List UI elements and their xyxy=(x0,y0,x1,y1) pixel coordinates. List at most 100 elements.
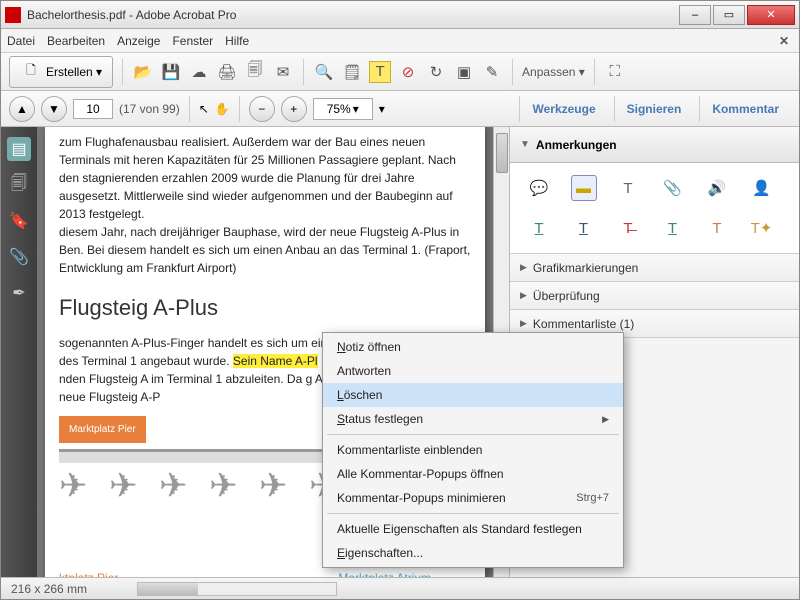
window-controls: – ▭ ✕ xyxy=(679,5,795,25)
body-text: diesem Jahr, nach dreijähriger Bauphase,… xyxy=(59,223,471,277)
page-up-button[interactable]: ▲ xyxy=(9,96,35,122)
signatures-icon[interactable]: ✒ xyxy=(7,281,31,305)
pages-icon[interactable]: 🗐 xyxy=(7,173,31,197)
search-doc-icon[interactable]: 🔍 xyxy=(313,61,335,83)
graphics-section[interactable]: ▶Grafikmarkierungen xyxy=(510,254,799,282)
open-icon[interactable]: 📂 xyxy=(132,61,154,83)
attachments-icon[interactable]: 📎 xyxy=(7,245,31,269)
thumbnails-icon[interactable]: ▤ xyxy=(7,137,31,161)
hand-tool-icon[interactable]: ✋ xyxy=(215,102,230,116)
menubar: Datei Bearbeiten Anzeige Fenster Hilfe ✕ xyxy=(1,29,799,53)
menu-properties[interactable]: Eigenschaften... xyxy=(323,541,623,565)
menu-set-default[interactable]: Aktuelle Eigenschaften als Standard fest… xyxy=(323,517,623,541)
maximize-button[interactable]: ▭ xyxy=(713,5,745,25)
print-icon[interactable]: 🖨 xyxy=(216,61,238,83)
body-text: zum Flughafenausbau realisiert. Außerdem… xyxy=(59,133,471,223)
edit-text-icon[interactable]: 🗒 xyxy=(341,61,363,83)
strikethrough-icon[interactable]: T̶ xyxy=(615,215,641,241)
heading: Flugsteig A-Plus xyxy=(59,291,471,324)
annotations-header[interactable]: ▼ Anmerkungen xyxy=(510,127,799,163)
plane-icon: ✈ xyxy=(259,469,299,509)
diagram-label: ktplatz Pier xyxy=(59,569,118,577)
menu-edit[interactable]: Bearbeiten xyxy=(47,34,105,48)
review-section[interactable]: ▶Überprüfung xyxy=(510,282,799,310)
bookmarks-icon[interactable]: 🔖 xyxy=(7,209,31,233)
fullscreen-icon[interactable]: ⛶ xyxy=(604,61,626,83)
menu-show-list[interactable]: Kommentarliste einblenden xyxy=(323,438,623,462)
callout-icon[interactable]: T✦ xyxy=(749,215,775,241)
rotate-icon[interactable]: ↻ xyxy=(425,61,447,83)
menu-separator xyxy=(327,434,619,435)
plane-icon: ✈ xyxy=(59,469,99,509)
zoom-select[interactable]: 75% ▾ xyxy=(313,98,373,120)
create-button[interactable]: 🗋 Erstellen ▾ xyxy=(9,56,113,88)
annotations-label: Anmerkungen xyxy=(536,138,617,152)
zoom-in-button[interactable]: + xyxy=(281,96,307,122)
attach-tool-icon[interactable]: 📎 xyxy=(660,175,686,201)
save-icon[interactable]: 💾 xyxy=(160,61,182,83)
sign-tab[interactable]: Signieren xyxy=(614,96,694,122)
diagram-labels: ktplatz Pier Marktplatz Atrium xyxy=(59,569,471,577)
comment-tab[interactable]: Kommentar xyxy=(699,96,791,122)
select-tool-icon[interactable]: ↖ xyxy=(199,102,209,116)
stamp-tool-icon[interactable]: 👤 xyxy=(749,175,775,201)
acrobat-icon xyxy=(5,7,21,23)
sticky-note-tool-icon[interactable]: 💬 xyxy=(526,175,552,201)
left-tool-strip: ▤ 🗐 🔖 📎 ✒ xyxy=(1,127,37,577)
underline-icon[interactable]: T̲ xyxy=(660,215,686,241)
chevron-down-icon: ▾ xyxy=(353,102,359,116)
delete-icon[interactable]: ⊘ xyxy=(397,61,419,83)
page-input[interactable] xyxy=(73,99,113,119)
text-box-icon[interactable]: T xyxy=(704,215,730,241)
close-button[interactable]: ✕ xyxy=(747,5,795,25)
menu-set-status[interactable]: Status festlegen▶ xyxy=(323,407,623,431)
navbar: ▲ ▼ (17 von 99) ↖ ✋ − + 75% ▾ ▾ Werkzeug… xyxy=(1,91,799,127)
tools-tab[interactable]: Werkzeuge xyxy=(519,96,607,122)
cloud-icon[interactable]: ☁ xyxy=(188,61,210,83)
horizontal-scrollbar[interactable] xyxy=(137,582,337,596)
form-icon[interactable]: ✎ xyxy=(481,61,503,83)
menu-help[interactable]: Hilfe xyxy=(225,34,249,48)
menu-open-popups[interactable]: Alle Kommentar-Popups öffnen xyxy=(323,462,623,486)
minimize-button[interactable]: – xyxy=(679,5,711,25)
plane-icon: ✈ xyxy=(159,469,199,509)
highlighted-text[interactable]: Sein Name A-Pl xyxy=(233,354,318,368)
scroll-thumb[interactable] xyxy=(138,583,198,595)
context-menu: Notiz öffnen Antworten Löschen Status fe… xyxy=(322,332,624,568)
text-tool-icon[interactable]: T xyxy=(615,175,641,201)
menu-window[interactable]: Fenster xyxy=(172,34,213,48)
highlight-tool-icon[interactable]: T xyxy=(369,61,391,83)
mail-icon[interactable]: ✉ xyxy=(272,61,294,83)
insert-text-icon[interactable]: T̲ xyxy=(526,215,552,241)
plane-icon: ✈ xyxy=(209,469,249,509)
page-dimensions: 216 x 266 mm xyxy=(11,582,87,596)
replace-text-icon[interactable]: T̲ xyxy=(571,215,597,241)
plane-icon: ✈ xyxy=(109,469,149,509)
menu-separator xyxy=(327,513,619,514)
page-count: (17 von 99) xyxy=(119,102,180,116)
collapse-icon: ▼ xyxy=(520,139,530,150)
shortcut-label: Strg+7 xyxy=(576,492,609,504)
menu-minimize-popups[interactable]: Kommentar-Popups minimierenStrg+7 xyxy=(323,486,623,510)
submenu-arrow-icon: ▶ xyxy=(602,414,609,425)
menu-reply[interactable]: Antworten xyxy=(323,359,623,383)
titlebar: Bachelorthesis.pdf - Adobe Acrobat Pro –… xyxy=(1,1,799,29)
audio-tool-icon[interactable]: 🔊 xyxy=(704,175,730,201)
menu-delete[interactable]: Löschen xyxy=(323,383,623,407)
customize-button[interactable]: Anpassen ▾ xyxy=(522,65,585,79)
create-icon: 🗋 xyxy=(20,61,42,83)
crop-icon[interactable]: ▣ xyxy=(453,61,475,83)
menu-open-note[interactable]: Notiz öffnen xyxy=(323,335,623,359)
page-icon[interactable]: 🗐 xyxy=(244,61,266,83)
window-title: Bachelorthesis.pdf - Adobe Acrobat Pro xyxy=(27,8,679,22)
highlight-tool-icon[interactable]: ▬ xyxy=(571,175,597,201)
diagram-label: Marktplatz Pier xyxy=(59,416,146,443)
annotation-tools: 💬 ▬ T 📎 🔊 👤 T̲ T̲ T̶ T̲ T T✦ xyxy=(510,163,799,254)
close-doc-button[interactable]: ✕ xyxy=(779,34,789,48)
menu-view[interactable]: Anzeige xyxy=(117,34,160,48)
scroll-thumb[interactable] xyxy=(496,133,508,173)
page-down-button[interactable]: ▼ xyxy=(41,96,67,122)
menu-file[interactable]: Datei xyxy=(7,34,35,48)
zoom-drop-icon[interactable]: ▾ xyxy=(379,102,385,116)
zoom-out-button[interactable]: − xyxy=(249,96,275,122)
